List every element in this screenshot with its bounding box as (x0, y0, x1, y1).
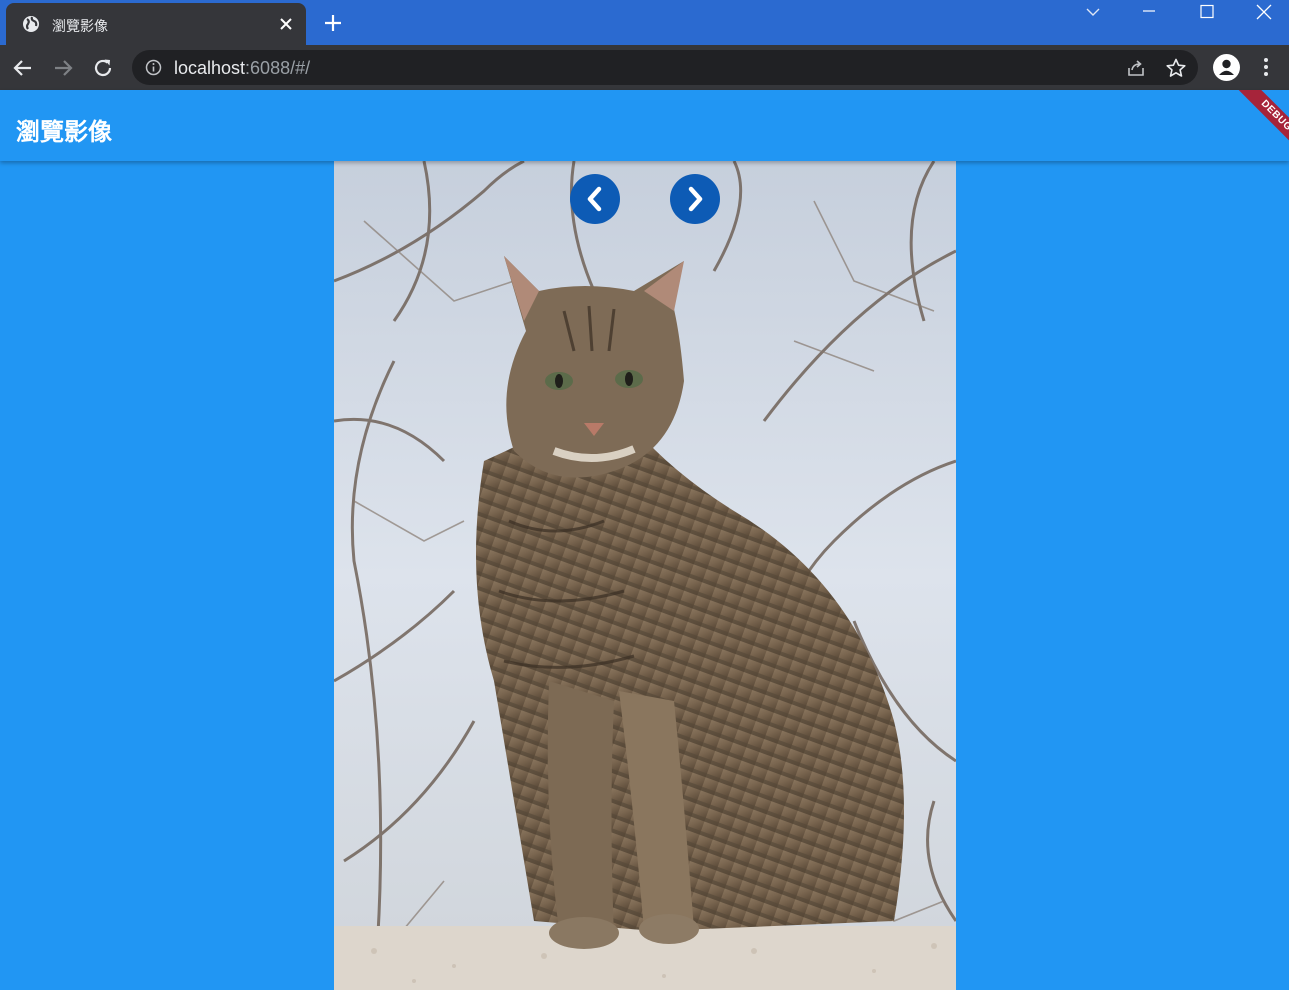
browser-titlebar: 瀏覽影像 (0, 0, 1289, 45)
globe-icon (23, 16, 39, 32)
back-icon[interactable] (11, 56, 35, 80)
close-window-icon (1256, 4, 1272, 20)
url-host: localhost (174, 58, 246, 78)
maximize-icon (1200, 4, 1214, 19)
star-icon[interactable] (1165, 57, 1187, 79)
maximize-button[interactable] (1182, 0, 1232, 24)
more-vert-icon[interactable] (1256, 55, 1276, 79)
image-viewer (334, 161, 956, 990)
info-icon[interactable] (145, 59, 162, 76)
url-text[interactable]: localhost:6088/#/ (174, 58, 310, 79)
forward-icon[interactable] (51, 56, 75, 80)
chevron-left-icon (587, 186, 602, 212)
plus-icon[interactable] (323, 13, 343, 33)
debug-banner: DEBUG (1216, 90, 1289, 163)
tab-title: 瀏覽影像 (52, 19, 108, 35)
url-path: :6088/#/ (245, 58, 311, 78)
app-bar: 瀏覽影像 (0, 90, 1289, 161)
browser-toolbar: localhost:6088/#/ (0, 45, 1289, 90)
minimize-icon (1143, 10, 1155, 12)
cat-photo (334, 161, 956, 990)
minimize-button[interactable] (1124, 0, 1174, 24)
share-icon[interactable] (1126, 58, 1146, 78)
debug-label: DEBUG (1231, 90, 1289, 161)
chevron-down-icon (1086, 8, 1100, 16)
next-image-button[interactable] (670, 174, 720, 224)
chevron-right-icon (688, 186, 703, 212)
tab-search-button[interactable] (1068, 0, 1118, 24)
address-bar[interactable]: localhost:6088/#/ (132, 50, 1198, 85)
close-icon[interactable] (278, 16, 294, 32)
profile-icon[interactable] (1213, 54, 1240, 81)
previous-image-button[interactable] (570, 174, 620, 224)
reload-icon[interactable] (91, 56, 115, 80)
close-window-button[interactable] (1239, 0, 1289, 24)
browser-tab[interactable]: 瀏覽影像 (6, 3, 306, 45)
page-title: 瀏覽影像 (16, 118, 112, 146)
